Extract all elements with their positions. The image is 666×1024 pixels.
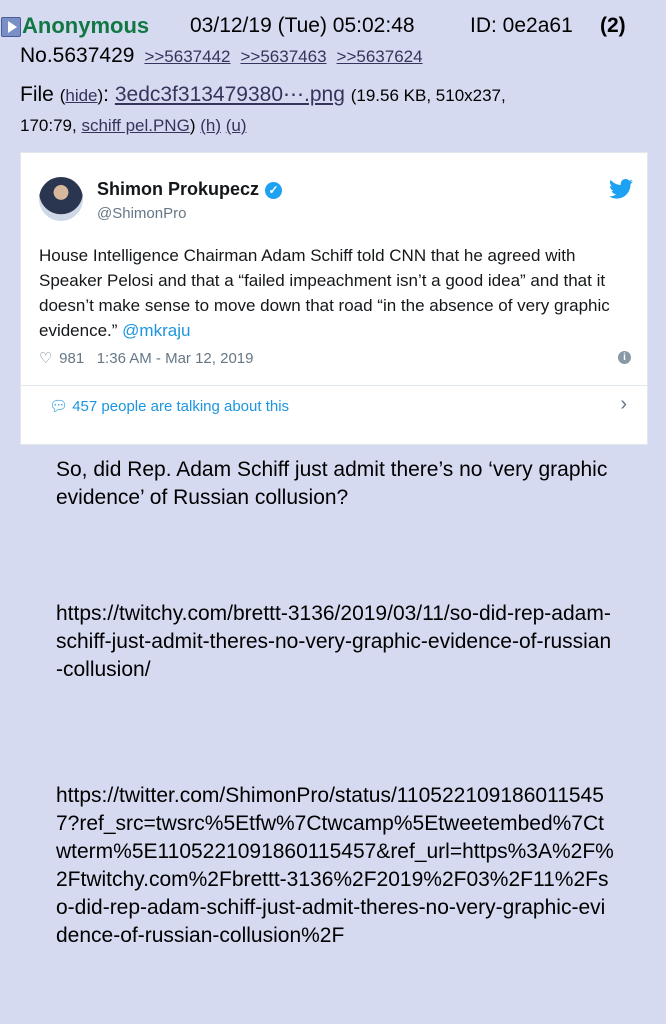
file-info-line: File (hide): 3edc3f313479380⋯.png (19.56…: [20, 83, 506, 106]
file-link[interactable]: 3edc3f313479380⋯.png: [115, 83, 345, 106]
twitter-bird-icon: [609, 179, 633, 199]
avatar: [39, 177, 83, 221]
tweet-meta: ♡ 981 1:36 AM - Mar 12, 2019: [39, 349, 253, 367]
post-number[interactable]: No.5637429: [20, 44, 134, 67]
comment-icon: 💬︎: [49, 398, 69, 415]
message-link[interactable]: https://twitter.com/ShimonPro/status/110…: [56, 782, 616, 950]
post-date: 03/12/19 (Tue) 05:02:48: [190, 14, 415, 37]
post-number-line: No.5637429 >>5637442 >>5637463 >>5637624: [20, 44, 423, 68]
reply-count: (2): [600, 14, 626, 37]
poster-name: Anonymous: [22, 13, 150, 38]
tweet-author: Shimon Prokupecz: [97, 179, 260, 199]
file-ratio: 170:79,: [20, 116, 77, 135]
backlink[interactable]: >>5637624: [337, 47, 423, 66]
u-link[interactable]: (u): [226, 116, 247, 135]
tweet-talking-link[interactable]: 💬︎ 457 people are talking about this: [49, 397, 289, 415]
tweet-text: House Intelligence Chairman Adam Schiff …: [39, 246, 610, 340]
chevron-right-icon[interactable]: ›: [620, 393, 627, 416]
info-icon[interactable]: i: [618, 351, 631, 364]
like-count: 981: [59, 350, 85, 367]
tweet-divider: [21, 385, 647, 386]
file-size-info: (19.56 KB, 510x237,: [350, 86, 506, 105]
message-link[interactable]: https://twitchy.com/brettt-3136/2019/03/…: [56, 600, 616, 684]
hide-file-link[interactable]: hide: [65, 86, 97, 105]
tweet-timestamp[interactable]: 1:36 AM - Mar 12, 2019: [97, 350, 254, 367]
backlink[interactable]: >>5637442: [144, 47, 230, 66]
file-label: File: [20, 83, 54, 106]
hide-post-icon[interactable]: [1, 17, 21, 37]
verified-icon: ✓: [265, 181, 283, 199]
file-info-line-2: 170:79, schiff pel.PNG) (h) (u): [20, 116, 247, 135]
h-link[interactable]: (h): [200, 116, 221, 135]
tweet-mention[interactable]: @mkraju: [122, 321, 190, 340]
poster-id[interactable]: ID: 0e2a61: [470, 14, 573, 38]
tweet-image[interactable]: Shimon Prokupecz ✓ @ShimonPro House Intel…: [20, 152, 648, 445]
file-original-name[interactable]: schiff pel.PNG: [81, 116, 189, 135]
tweet-author-line: Shimon Prokupecz ✓: [97, 179, 283, 200]
heart-icon[interactable]: ♡: [39, 349, 55, 367]
backlink[interactable]: >>5637463: [240, 47, 326, 66]
tweet-handle: @ShimonPro: [97, 205, 187, 222]
message-paragraph: So, did Rep. Adam Schiff just admit ther…: [56, 458, 608, 509]
